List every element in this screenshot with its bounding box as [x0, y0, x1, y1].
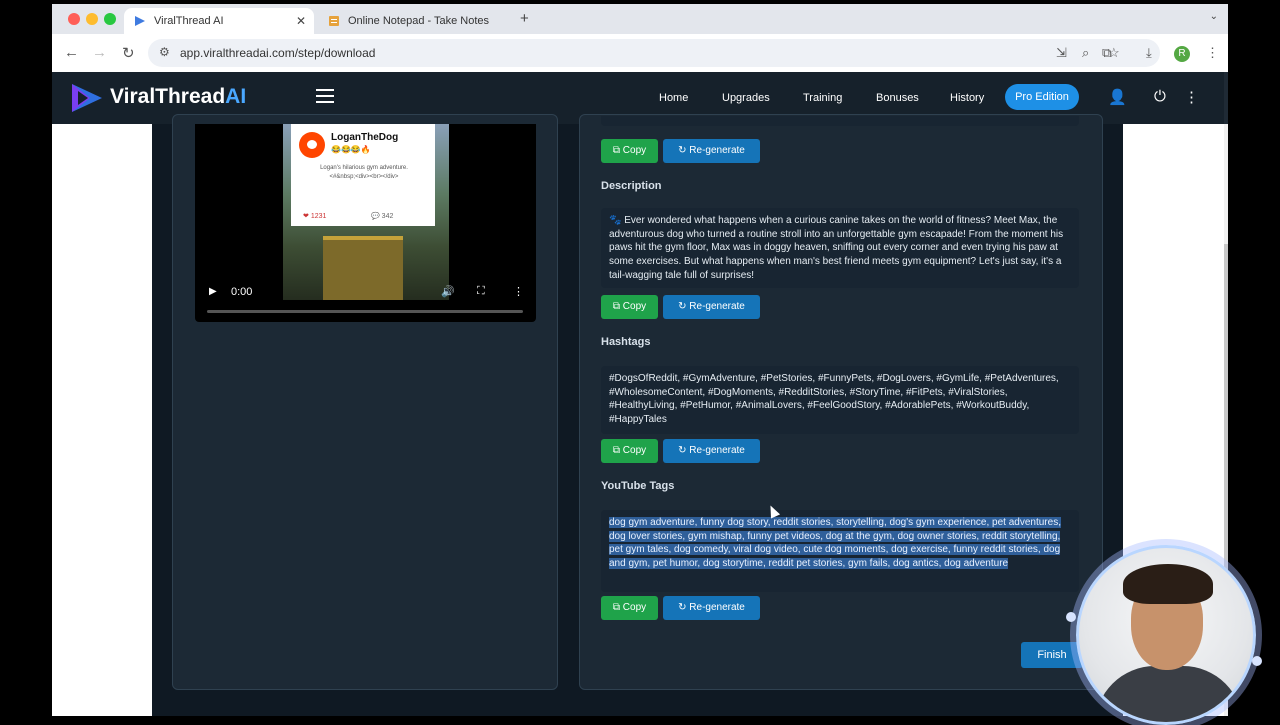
nav-bonuses[interactable]: Bonuses: [876, 92, 919, 104]
reddit-avatar-icon: [299, 132, 325, 158]
close-window-button[interactable]: [68, 13, 80, 25]
power-icon[interactable]: ⏻: [1154, 88, 1166, 105]
extensions-icon[interactable]: ⧉: [1102, 45, 1111, 61]
hashtags-regenerate-button[interactable]: ↻ Re-generate: [663, 439, 760, 463]
tab-viralthread[interactable]: ViralThread AI ✕: [124, 8, 314, 34]
selected-tags-text: dog gym adventure, funny dog story, redd…: [609, 517, 1061, 570]
maximize-window-button[interactable]: [104, 13, 116, 25]
video-controls: ▶ 0:00 🔊 ⛶ ⋮: [195, 276, 536, 322]
browser-toolbar: ← → ↻ ⚙ app.viralthreadai.com/step/downl…: [52, 34, 1228, 72]
app-page: ViralThreadAI Home Upgrades Training Bon…: [52, 72, 1228, 716]
tab-strip: ViralThread AI ✕ Online Notepad - Take N…: [52, 4, 1228, 34]
back-arrow-icon[interactable]: ←: [64, 44, 79, 61]
video-more-icon[interactable]: ⋮: [513, 285, 524, 298]
comments-count: 💬 342: [371, 213, 394, 220]
decor-dot: [1066, 612, 1076, 622]
title-textbox-bottom: [601, 116, 1079, 126]
comment-icon: 💬: [371, 213, 380, 220]
browser-window: ViralThread AI ✕ Online Notepad - Take N…: [52, 4, 1228, 716]
install-app-icon[interactable]: ⇲: [1056, 45, 1067, 61]
site-info-icon[interactable]: ⚙: [159, 45, 170, 59]
description-title: Description: [601, 180, 662, 192]
title-regenerate-button[interactable]: ↻ Re-generate: [663, 139, 760, 163]
video-player[interactable]: LoganTheDog 😂😂😂🔥 Logan's hilarious gym a…: [195, 124, 536, 322]
reddit-post-card: LoganTheDog 😂😂😂🔥 Logan's hilarious gym a…: [291, 124, 435, 226]
viralthread-logo-icon: [72, 84, 102, 112]
nav-upgrades[interactable]: Upgrades: [722, 92, 770, 104]
downloads-icon[interactable]: ⤓: [1146, 45, 1152, 61]
tab-title: Online Notepad - Take Notes: [348, 15, 490, 27]
hashtags-title: Hashtags: [601, 336, 651, 348]
logo-text[interactable]: ViralThreadAI: [110, 85, 246, 109]
close-tab-icon[interactable]: ✕: [296, 14, 306, 28]
forward-arrow-icon[interactable]: →: [92, 44, 107, 61]
volume-icon[interactable]: 🔊: [441, 285, 455, 298]
likes-count: ❤ 1231: [303, 213, 327, 220]
video-progress-bar[interactable]: [207, 310, 523, 313]
browser-menu-icon[interactable]: ⋮: [1206, 45, 1219, 61]
presenter-hair: [1123, 564, 1213, 604]
play-icon[interactable]: ▶: [209, 286, 217, 297]
zoom-icon[interactable]: ⌕: [1082, 45, 1089, 61]
description-copy-button[interactable]: ⧉ Copy: [601, 295, 658, 319]
post-caption: Logan's hilarious gym adventure.: [320, 165, 408, 171]
tab-title: ViralThread AI: [154, 15, 224, 27]
minimize-window-button[interactable]: [86, 13, 98, 25]
profile-avatar[interactable]: R: [1174, 46, 1190, 62]
post-caption-markup: <#&nbsp;<div><br></div>: [329, 174, 399, 180]
fullscreen-icon[interactable]: ⛶: [477, 285, 485, 298]
youtube-tags-textbox[interactable]: dog gym adventure, funny dog story, redd…: [601, 510, 1079, 592]
post-emojis: 😂😂😂🔥: [331, 145, 371, 154]
menu-toggle-icon[interactable]: [316, 89, 334, 103]
decor-dot: [1252, 656, 1262, 666]
presenter-body: [1095, 666, 1243, 722]
main-content: LoganTheDog 😂😂😂🔥 Logan's hilarious gym a…: [52, 114, 1228, 716]
tab-search-chevron-icon[interactable]: ⌄: [1210, 11, 1218, 22]
youtube-tags-regenerate-button[interactable]: ↻ Re-generate: [663, 596, 760, 620]
pro-edition-button[interactable]: Pro Edition: [1005, 84, 1079, 110]
description-textbox[interactable]: 🐾 Ever wondered what happens when a curi…: [601, 208, 1079, 288]
nav-history[interactable]: History: [950, 92, 984, 104]
webcam-overlay: [1076, 545, 1256, 725]
left-margin: [52, 124, 152, 716]
new-tab-icon[interactable]: +: [520, 10, 529, 27]
nav-home[interactable]: Home: [659, 92, 688, 104]
tab-notepad[interactable]: Online Notepad - Take Notes: [318, 8, 514, 34]
notepad-favicon-icon: [329, 16, 339, 26]
description-regenerate-button[interactable]: ↻ Re-generate: [663, 295, 760, 319]
address-bar[interactable]: ⚙ app.viralthreadai.com/step/download ⇲ …: [148, 39, 1160, 67]
user-icon[interactable]: 👤: [1108, 88, 1127, 106]
url-text: app.viralthreadai.com/step/download: [180, 46, 376, 60]
video-thumbnail: LoganTheDog 😂😂😂🔥 Logan's hilarious gym a…: [283, 124, 449, 300]
finish-button[interactable]: Finish: [1021, 642, 1083, 668]
youtube-tags-title: YouTube Tags: [601, 480, 675, 492]
hashtags-textbox[interactable]: #DogsOfReddit, #GymAdventure, #PetStorie…: [601, 366, 1079, 434]
youtube-tags-copy-button[interactable]: ⧉ Copy: [601, 596, 658, 620]
nav-training[interactable]: Training: [803, 92, 842, 104]
viralthread-favicon-icon: [135, 16, 145, 26]
post-username: LoganTheDog: [331, 132, 399, 143]
title-copy-button[interactable]: ⧉ Copy: [601, 139, 658, 163]
heart-icon: ❤: [303, 213, 309, 220]
reload-icon[interactable]: ↻: [122, 44, 135, 62]
hashtags-copy-button[interactable]: ⧉ Copy: [601, 439, 658, 463]
video-time: 0:00: [231, 286, 253, 298]
more-options-icon[interactable]: ⋮: [1184, 88, 1199, 106]
